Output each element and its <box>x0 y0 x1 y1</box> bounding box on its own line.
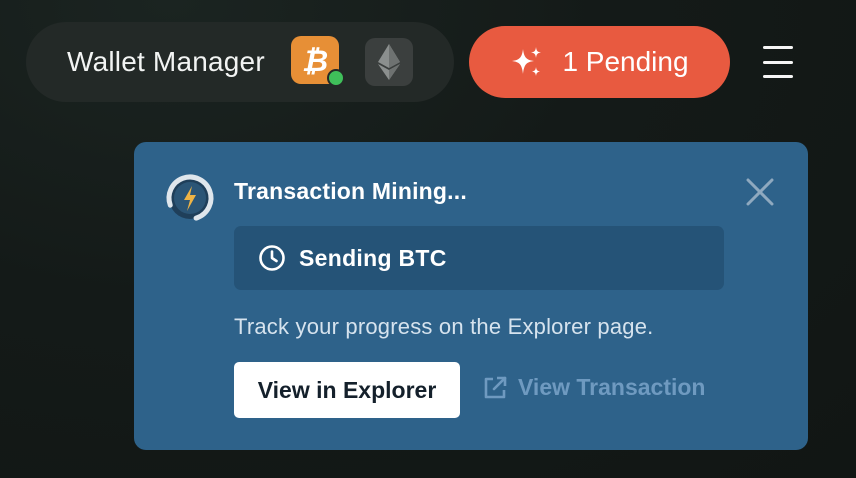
view-transaction-label: View Transaction <box>518 374 706 400</box>
ethereum-coin-button[interactable] <box>365 38 413 86</box>
pending-label: 1 Pending <box>562 46 689 77</box>
view-in-explorer-button[interactable]: View in Explorer <box>234 362 460 418</box>
wallet-title: Wallet Manager <box>67 46 265 77</box>
clock-icon <box>259 245 285 271</box>
sparkles-icon <box>512 47 542 76</box>
notification-description: Track your progress on the Explorer page… <box>234 314 654 339</box>
transaction-notification-card: Transaction Mining... Sending BTC Track … <box>134 142 808 450</box>
external-link-icon <box>484 376 507 398</box>
bitcoin-icon: ₿ <box>302 44 328 77</box>
pending-transactions-button[interactable]: 1 Pending <box>469 26 730 98</box>
notification-title: Transaction Mining... <box>234 178 467 204</box>
ethereum-icon <box>378 44 400 80</box>
close-icon[interactable] <box>740 172 780 212</box>
svg-text:₿: ₿ <box>302 44 328 77</box>
wallet-manager-pill[interactable]: Wallet Manager ₿ <box>26 22 454 102</box>
connection-status-dot <box>327 69 345 87</box>
hamburger-menu-icon[interactable] <box>760 42 796 82</box>
view-transaction-link[interactable]: View Transaction <box>482 374 705 401</box>
status-text: Sending BTC <box>299 244 447 271</box>
mining-spinner-icon <box>166 174 214 222</box>
transaction-status-box: Sending BTC <box>234 226 724 290</box>
